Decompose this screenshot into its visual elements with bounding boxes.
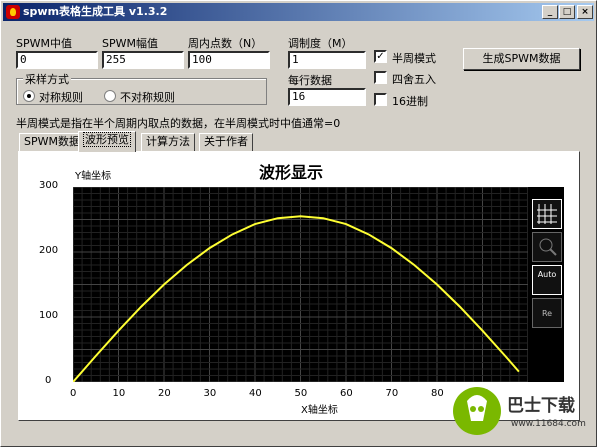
tab-calc-method[interactable]: 计算方法 <box>141 133 195 151</box>
plot-area <box>72 186 529 383</box>
tab-label: 波形预览 <box>83 132 131 147</box>
zoom-icon[interactable] <box>532 232 562 262</box>
reset-button[interactable]: Re <box>532 298 562 328</box>
x-tick-label: 20 <box>158 388 171 399</box>
asymmetric-radio[interactable] <box>104 90 116 102</box>
watermark-url: www.11684.com <box>511 419 586 429</box>
tab-spwm-data[interactable]: SPWM数据 <box>19 133 85 151</box>
grid-icon[interactable] <box>532 199 562 229</box>
y-tick-label: 100 <box>39 310 59 321</box>
close-button[interactable]: × <box>577 5 593 19</box>
y-tick-label: 0 <box>45 375 52 386</box>
auto-scale-label: Auto <box>537 270 557 279</box>
app-icon <box>6 5 20 19</box>
center-input[interactable]: 0 <box>16 51 98 69</box>
title-bar[interactable]: spwm表格生成工具 v1.3.2 _ □ × <box>3 3 594 21</box>
watermark-brand: 巴士下载 <box>507 396 575 416</box>
auto-scale-button[interactable]: Auto <box>532 265 562 295</box>
x-tick-label: 30 <box>203 388 217 399</box>
y-axis-label: Y轴坐标 <box>75 171 112 182</box>
x-tick-label: 10 <box>112 388 126 399</box>
sampling-group-label: 采样方式 <box>23 71 71 87</box>
x-axis-label: X轴坐标 <box>301 405 338 416</box>
tab-label: SPWM数据 <box>24 135 80 148</box>
per-row-input[interactable]: 16 <box>288 88 366 106</box>
symmetric-label: 对称规则 <box>39 91 83 104</box>
modulation-label: 调制度（M） <box>288 37 353 50</box>
tab-label: 计算方法 <box>146 135 190 148</box>
tab-about-author[interactable]: 关于作者 <box>199 133 253 151</box>
generate-button[interactable]: 生成SPWM数据 <box>463 48 580 70</box>
x-tick-label: 50 <box>294 388 308 399</box>
reset-label: Re <box>541 309 553 318</box>
rounding-checkbox[interactable] <box>374 71 387 84</box>
window-title: spwm表格生成工具 v1.3.2 <box>23 5 168 18</box>
hint-text: 半周模式是指在半个周期内取点的数据，在半周模式时中值通常=0 <box>16 117 341 130</box>
hex-checkbox[interactable] <box>374 93 387 106</box>
tab-label: 关于作者 <box>204 135 248 148</box>
x-tick-label: 70 <box>385 388 399 399</box>
minimize-button[interactable]: _ <box>542 5 558 19</box>
maximize-button[interactable]: □ <box>559 5 575 19</box>
per-row-label: 每行数据 <box>288 74 332 87</box>
hex-label: 16进制 <box>392 95 428 108</box>
x-tick-label: 80 <box>431 388 444 399</box>
chart-title: 波形显示 <box>259 163 324 182</box>
half-period-label: 半周模式 <box>392 52 436 65</box>
center-label: SPWM中值 <box>16 37 72 50</box>
x-tick-label: 60 <box>340 388 353 399</box>
waveform-series-line <box>72 215 520 383</box>
waveform-plot <box>72 186 529 383</box>
points-label: 周内点数（N） <box>188 37 263 50</box>
points-input[interactable]: 100 <box>188 51 270 69</box>
x-tick-label: 0 <box>70 388 77 399</box>
y-tick-label: 300 <box>39 180 59 191</box>
watermark-logo: 巴士下载 www.11684.com <box>449 381 594 443</box>
tab-waveform-preview[interactable]: 波形预览 <box>78 131 136 152</box>
modulation-input[interactable]: 1 <box>288 51 366 69</box>
x-tick-label: 40 <box>249 388 262 399</box>
rounding-label: 四舍五入 <box>392 73 436 86</box>
asymmetric-label: 不对称规则 <box>120 91 175 104</box>
amplitude-input[interactable]: 255 <box>102 51 184 69</box>
y-tick-label: 200 <box>39 245 59 256</box>
amplitude-label: SPWM幅值 <box>102 37 158 50</box>
symmetric-radio[interactable] <box>23 90 35 102</box>
half-period-checkbox[interactable]: ✓ <box>374 50 387 63</box>
main-window: spwm表格生成工具 v1.3.2 _ □ × SPWM中值 SPWM幅值 周内… <box>0 0 597 447</box>
